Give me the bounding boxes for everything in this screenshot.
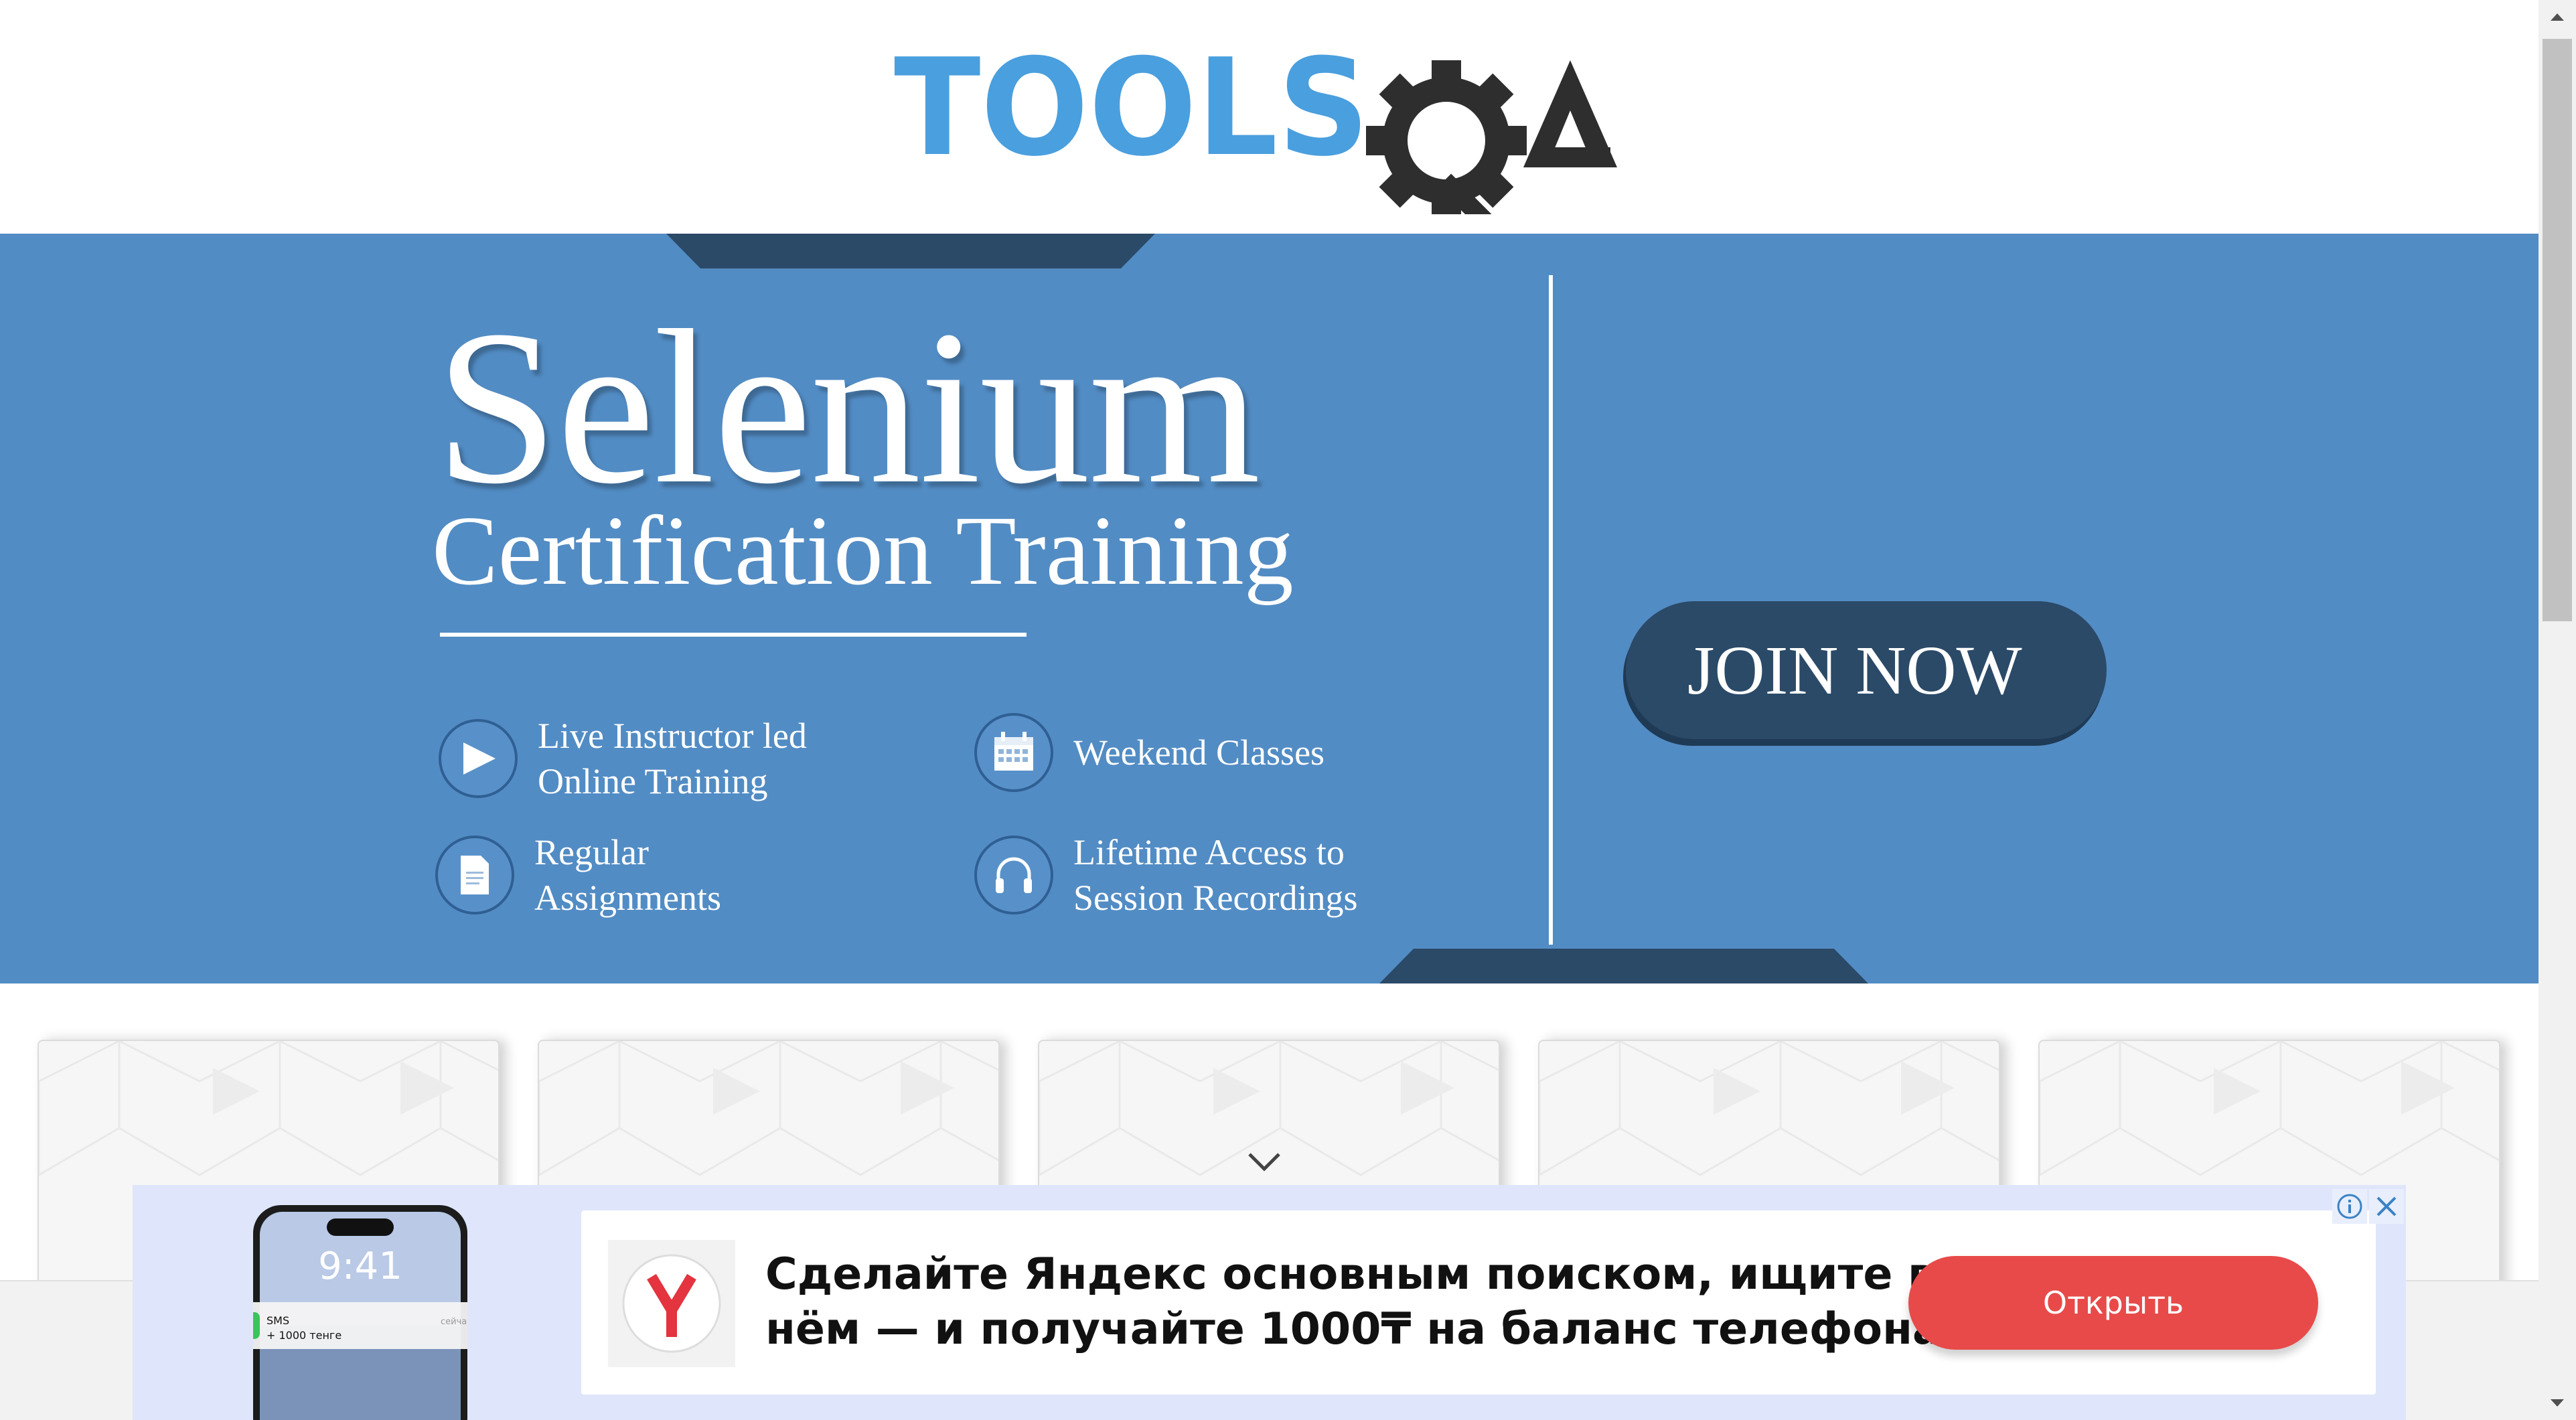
feature-weekend-classes: Weekend Classes [974, 713, 1324, 792]
feature-lifetime-access: Lifetime Access to Session Recordings [974, 830, 1358, 921]
site-header: TOOLS [0, 0, 2539, 234]
yandex-logo-icon [608, 1240, 735, 1367]
scroll-down-arrow-icon[interactable] [2539, 1387, 2576, 1420]
scrollbar-thumb[interactable] [2543, 39, 2572, 621]
page: TOOLS Selenium Certification Training Li… [0, 0, 2539, 1420]
yandex-ad-banner[interactable]: 9:41 SMS + 1000 тенге сейчас Сделайте Ян… [133, 1185, 2406, 1420]
document-icon [435, 836, 514, 915]
feature-regular-assignments: Regular Assignments [435, 830, 721, 921]
close-icon[interactable] [2369, 1189, 2404, 1224]
calendar-icon [974, 713, 1053, 792]
feature-live-training: Live Instructor led Online Training [439, 713, 807, 804]
join-now-button[interactable]: JOIN NOW [1626, 601, 2107, 739]
phone-time: 9:41 [318, 1245, 402, 1288]
phone-illustration: 9:41 SMS + 1000 тенге сейчас [253, 1205, 467, 1420]
feature-label: Lifetime Access to Session Recordings [1073, 832, 1358, 918]
selenium-training-banner[interactable]: Selenium Certification Training Live Ins… [0, 234, 2539, 983]
ad-open-button[interactable]: Открыть [1908, 1256, 2318, 1350]
banner-top-tab [666, 234, 1155, 268]
ad-headline: Сделайте Яндекс основным поиском, ищите … [765, 1249, 1942, 1354]
banner-bottom-tab [1379, 949, 1868, 983]
feature-label: Weekend Classes [1073, 732, 1325, 773]
feature-label: Live Instructor led Online Training [538, 716, 807, 801]
banner-underline [440, 633, 1027, 637]
banner-divider [1549, 275, 1553, 945]
notification-meta: сейчас [441, 1317, 467, 1327]
ad-content-card[interactable]: Сделайте Яндекс основным поиском, ищите … [581, 1210, 2376, 1395]
gear-magnifier-icon [1366, 60, 1527, 214]
headphones-icon [974, 836, 1053, 915]
chevron-down-icon[interactable] [1247, 1152, 1282, 1172]
banner-subtitle: Certification Training [432, 496, 1294, 606]
play-icon [439, 719, 518, 798]
banner-title: Selenium [435, 285, 1261, 530]
toolsqa-logo[interactable]: TOOLS [894, 33, 1651, 214]
feature-label: Regular Assignments [534, 832, 722, 918]
page-scrollbar[interactable] [2539, 0, 2576, 1420]
notification-title: SMS [267, 1314, 289, 1327]
notification-text: + 1000 тенге [267, 1329, 342, 1342]
logo-tools-text: TOOLS [894, 33, 1369, 186]
info-icon[interactable] [2332, 1189, 2367, 1224]
scroll-up-arrow-icon[interactable] [2539, 0, 2576, 33]
